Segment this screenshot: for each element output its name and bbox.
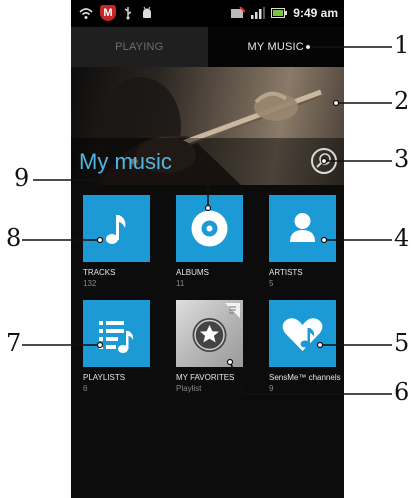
callout-5: 5 bbox=[394, 329, 410, 357]
callout-6: 6 bbox=[394, 378, 410, 406]
callout-1: 1 bbox=[394, 31, 410, 59]
callout-9: 9 bbox=[14, 164, 30, 192]
callout-8: 8 bbox=[6, 224, 22, 252]
callout-3: 3 bbox=[394, 145, 410, 173]
callout-2: 2 bbox=[394, 87, 410, 115]
callout-7: 7 bbox=[6, 329, 22, 357]
callout-lines bbox=[22, 43, 392, 395]
callout-4: 4 bbox=[394, 224, 410, 252]
